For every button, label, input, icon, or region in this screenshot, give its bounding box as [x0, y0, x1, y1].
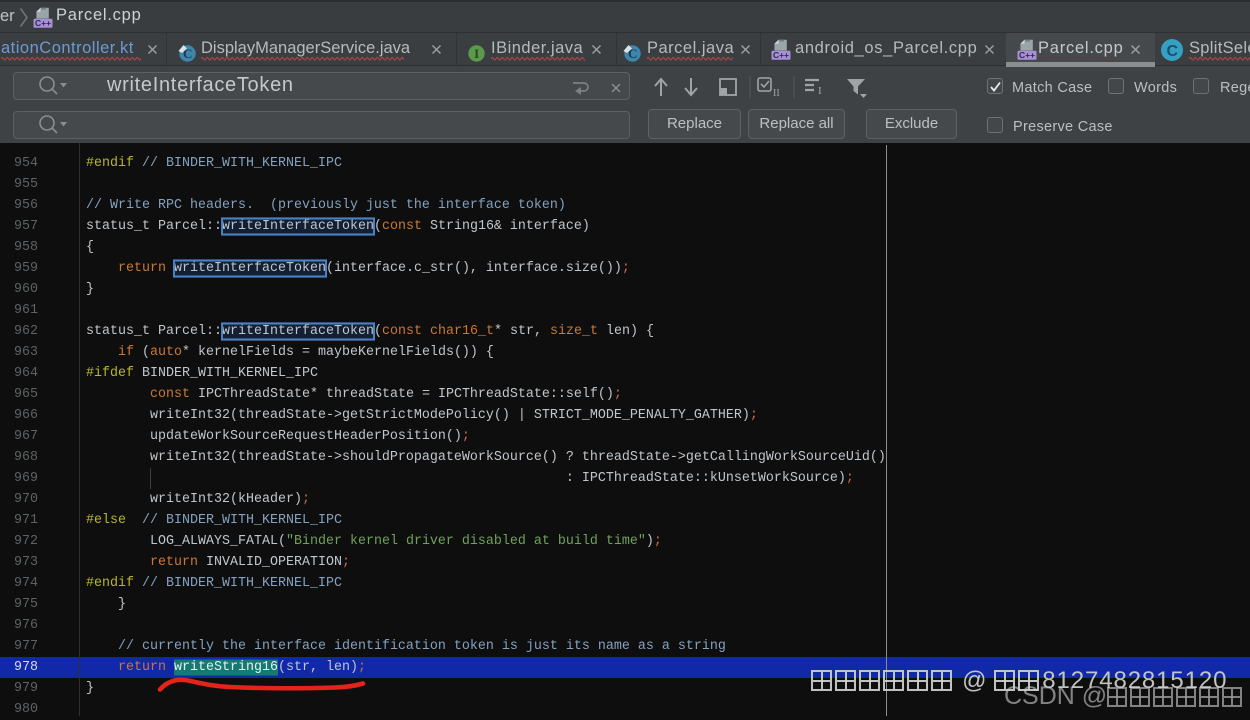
svg-text:C: C	[183, 46, 192, 61]
svg-text:C++: C++	[35, 18, 51, 28]
svg-text:C++: C++	[1019, 50, 1035, 60]
svg-text:C: C	[1167, 43, 1179, 60]
svg-text:II: II	[773, 88, 780, 99]
svg-text:C++: C++	[773, 50, 789, 60]
svg-text:C: C	[628, 46, 637, 61]
svg-text:I: I	[818, 85, 822, 97]
svg-text:I: I	[474, 46, 479, 61]
